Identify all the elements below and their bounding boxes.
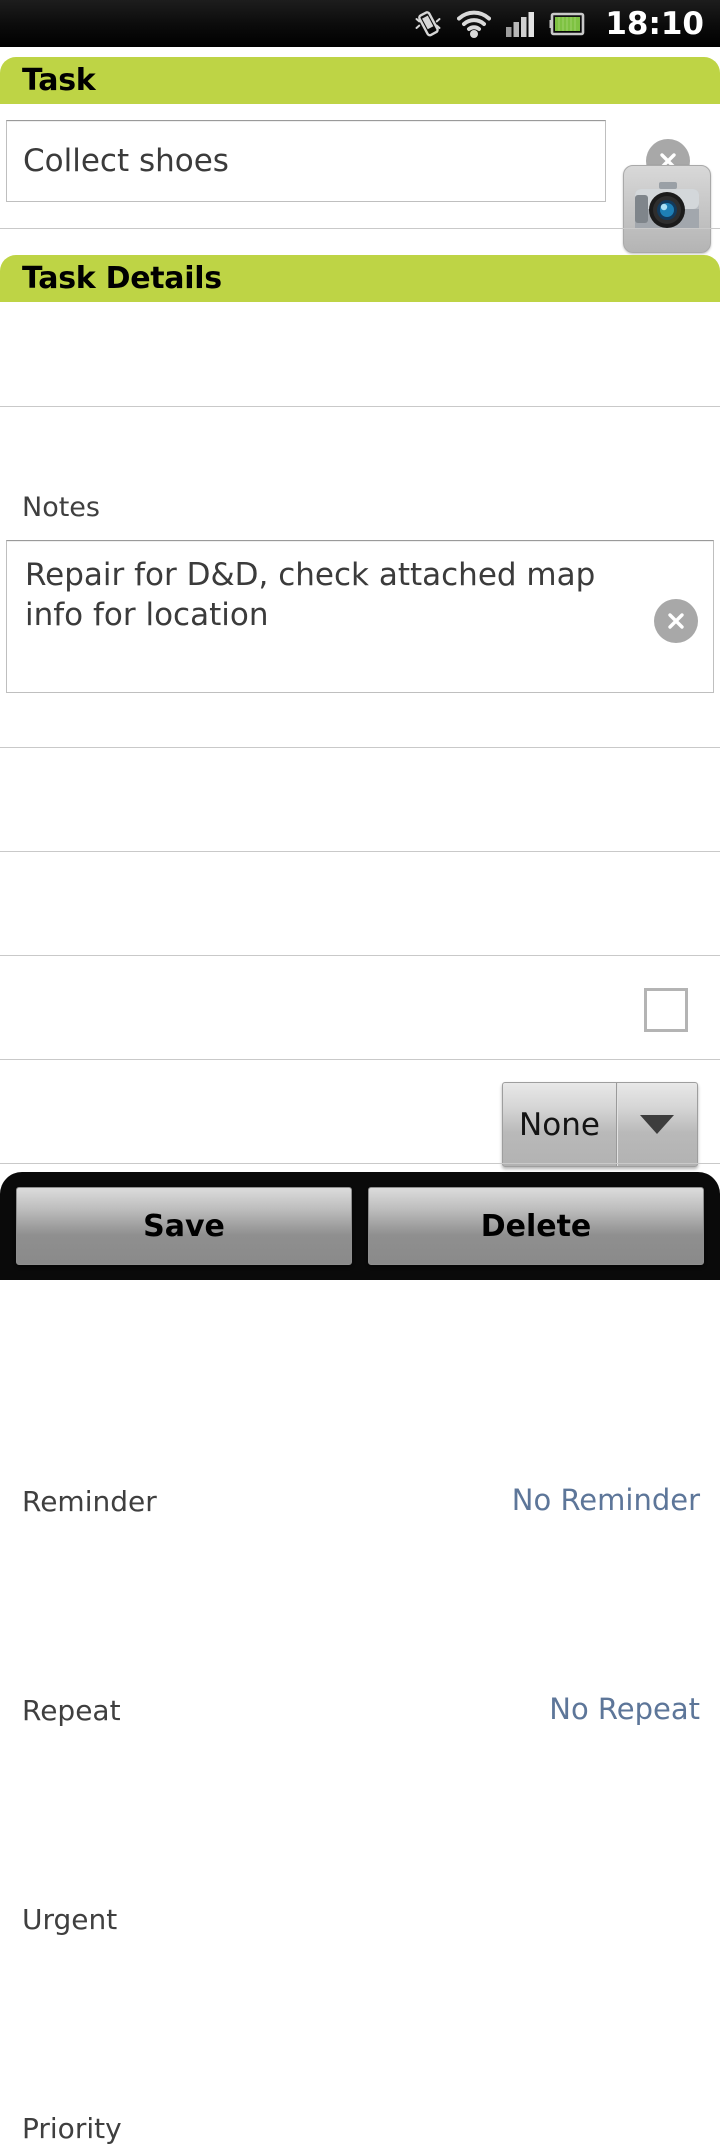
divider bbox=[0, 1163, 720, 1164]
vibrate-icon bbox=[413, 9, 443, 39]
urgent-checkbox[interactable] bbox=[644, 988, 688, 1032]
camera-icon bbox=[633, 179, 701, 239]
row-repeat[interactable]: Repeat No Repeat bbox=[0, 851, 720, 1727]
wifi-icon bbox=[457, 10, 492, 38]
notes-clear-icon[interactable] bbox=[654, 599, 698, 643]
delete-button[interactable]: Delete bbox=[368, 1187, 704, 1265]
section-header-task-label: Task bbox=[22, 63, 96, 98]
footer-action-bar: Save Delete bbox=[0, 1172, 720, 1280]
notes-value: Repair for D&D, check attached map info … bbox=[25, 557, 596, 633]
priority-spinner-value: None bbox=[519, 1106, 600, 1143]
task-name-value: Collect shoes bbox=[23, 143, 229, 179]
task-name-row: Collect shoes bbox=[0, 104, 720, 222]
chevron-down-icon bbox=[617, 1115, 697, 1134]
section-header-task: Task bbox=[0, 57, 720, 104]
divider bbox=[0, 406, 720, 407]
row-urgent[interactable]: Urgent bbox=[0, 955, 720, 1936]
row-reminder-value: No Reminder bbox=[511, 1483, 700, 1517]
row-reminder[interactable]: Reminder No Reminder bbox=[0, 747, 720, 1518]
row-reminder-label: Reminder bbox=[22, 1485, 157, 1518]
notes-label: Notes bbox=[22, 492, 100, 523]
save-button[interactable]: Save bbox=[16, 1187, 352, 1265]
row-priority-label: Priority bbox=[22, 2112, 122, 2145]
notes-input[interactable]: Repair for D&D, check attached map info … bbox=[6, 540, 714, 693]
row-urgent-label: Urgent bbox=[22, 1903, 118, 1936]
row-due-date[interactable]: Due Date 25 Mar 2012 bbox=[0, 302, 720, 628]
status-bar-clock: 18:10 bbox=[605, 5, 704, 42]
camera-button[interactable] bbox=[623, 165, 711, 253]
row-repeat-label: Repeat bbox=[22, 1694, 121, 1727]
task-name-input[interactable]: Collect shoes bbox=[6, 120, 606, 202]
divider bbox=[0, 228, 720, 229]
task-editor-screen: Task Collect shoes Task Details Notes Re… bbox=[0, 47, 720, 2145]
section-header-task-details-label: Task Details bbox=[22, 261, 222, 296]
signal-icon bbox=[505, 10, 535, 38]
section-header-task-details: Task Details bbox=[0, 255, 720, 302]
status-bar: 18:10 bbox=[0, 0, 720, 47]
battery-icon bbox=[549, 11, 587, 37]
priority-spinner[interactable]: None bbox=[502, 1082, 698, 1167]
row-repeat-value: No Repeat bbox=[549, 1692, 700, 1726]
